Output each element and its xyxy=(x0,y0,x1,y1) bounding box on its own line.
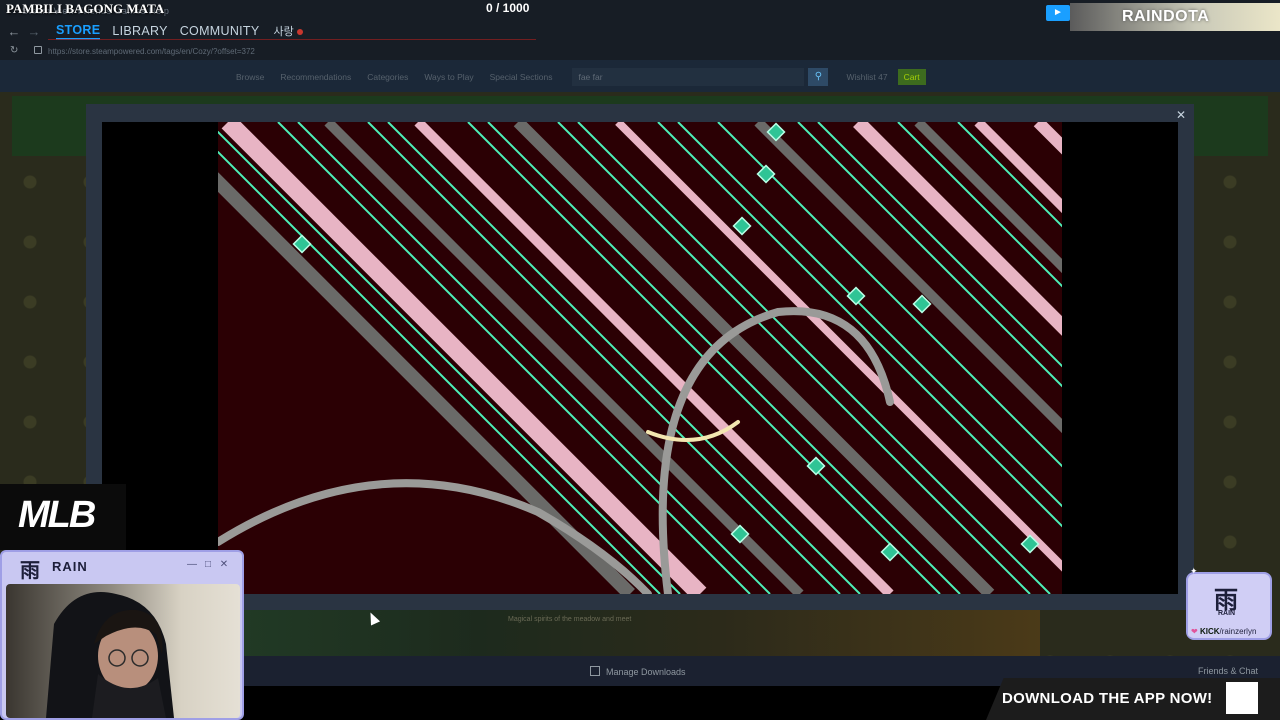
store-nav-categories[interactable]: Categories xyxy=(367,72,408,82)
lock-icon xyxy=(34,46,42,54)
webcam-titlebar: 雨 RAIN — □ ✕ xyxy=(2,552,242,582)
search-icon[interactable]: ⚲ xyxy=(808,68,829,86)
tab-library[interactable]: LIBRARY xyxy=(112,24,167,38)
streamer-silhouette xyxy=(46,592,174,718)
arc-left xyxy=(218,479,652,594)
stripe-16 xyxy=(657,122,1062,528)
reload-icon[interactable]: ↻ xyxy=(10,45,18,56)
rain-logo-icon: 雨 xyxy=(20,560,40,582)
gem-6 xyxy=(806,456,826,476)
user-name: 사랑 xyxy=(273,26,294,38)
stream-title: PAMBILI BAGONG MATA xyxy=(6,1,165,16)
game-capsule-strip[interactable]: Magical spirits of the meadow and meet xyxy=(240,610,1040,656)
download-app-banner: DOWNLOAD THE APP NOW! xyxy=(986,678,1280,720)
url-text[interactable]: https://store.steampowered.com/tags/en/C… xyxy=(48,47,255,56)
store-nav-bar: Browse Recommendations Categories Ways t… xyxy=(0,62,1280,92)
stripe-5 xyxy=(297,122,771,594)
close-icon[interactable]: ✕ xyxy=(1176,108,1186,122)
heart-icon: ❤ xyxy=(1191,627,1198,636)
tab-community[interactable]: COMMUNITY xyxy=(180,24,260,38)
kick-label: KICK xyxy=(1199,627,1220,636)
mlb-logo: MLB xyxy=(0,484,126,550)
forward-arrow-icon[interactable]: → xyxy=(24,24,44,39)
goal-counter: 0 / 1000 xyxy=(486,1,530,15)
webcam-window: 雨 RAIN — □ ✕ xyxy=(0,550,244,720)
gem-4 xyxy=(846,286,866,306)
notification-dot xyxy=(296,29,303,35)
gem-3 xyxy=(292,234,312,254)
mlb-logo-text: MLB xyxy=(18,494,96,536)
stripe-9 xyxy=(414,122,894,594)
channel-banner: RAINDOTA xyxy=(1070,3,1280,31)
minimize-icon: — xyxy=(187,559,197,570)
game-scene xyxy=(218,122,1062,594)
store-nav-recommendations[interactable]: Recommendations xyxy=(280,72,351,82)
announcement-icon[interactable]: ► xyxy=(1046,5,1070,21)
gem-1 xyxy=(756,164,776,184)
store-nav-ways-to-play[interactable]: Ways to Play xyxy=(424,72,473,82)
back-arrow-icon[interactable]: ← xyxy=(4,24,24,39)
stripe-4 xyxy=(277,122,751,594)
manage-downloads-label: Manage Downloads xyxy=(606,667,686,677)
close-icon: ✕ xyxy=(219,559,229,570)
url-bar: ↻ https://store.steampowered.com/tags/en… xyxy=(0,44,1280,60)
store-nav-browse[interactable]: Browse xyxy=(236,72,264,82)
download-icon xyxy=(590,666,600,676)
store-search-input[interactable]: fae far xyxy=(572,68,805,86)
stripe-7 xyxy=(367,122,841,594)
qr-code-icon xyxy=(1226,682,1258,714)
webcam-title: RAIN xyxy=(52,559,88,574)
gem-2 xyxy=(732,216,752,236)
manage-downloads-button[interactable]: Manage Downloads xyxy=(590,666,686,677)
wishlist-link[interactable]: Wishlist 47 xyxy=(846,72,887,82)
webcam-feed xyxy=(6,584,240,718)
game-capsule-description: Magical spirits of the meadow and meet xyxy=(508,616,632,623)
kick-username: /rainzerlyn xyxy=(1219,627,1257,636)
game-video-player[interactable] xyxy=(218,122,1062,594)
gem-8 xyxy=(880,542,900,562)
kick-handle: ❤ KICK/rainzerlyn xyxy=(1188,626,1260,637)
tab-store[interactable]: STORE xyxy=(56,23,101,40)
progress-underline xyxy=(48,39,536,40)
sparkle-icon: ✦ xyxy=(1190,566,1198,576)
friends-chat-button[interactable]: Friends & Chat xyxy=(1198,666,1258,676)
download-app-text: DOWNLOAD THE APP NOW! xyxy=(1002,690,1213,707)
store-nav-special-sections[interactable]: Special Sections xyxy=(490,72,553,82)
cart-button[interactable]: Cart xyxy=(897,69,926,85)
tab-user[interactable]: 사랑 xyxy=(274,23,303,39)
store-nav-items: Browse Recommendations Categories Ways t… xyxy=(236,67,1036,87)
rain-badge-name: RAIN xyxy=(1218,610,1236,617)
maximize-icon: □ xyxy=(204,559,212,570)
